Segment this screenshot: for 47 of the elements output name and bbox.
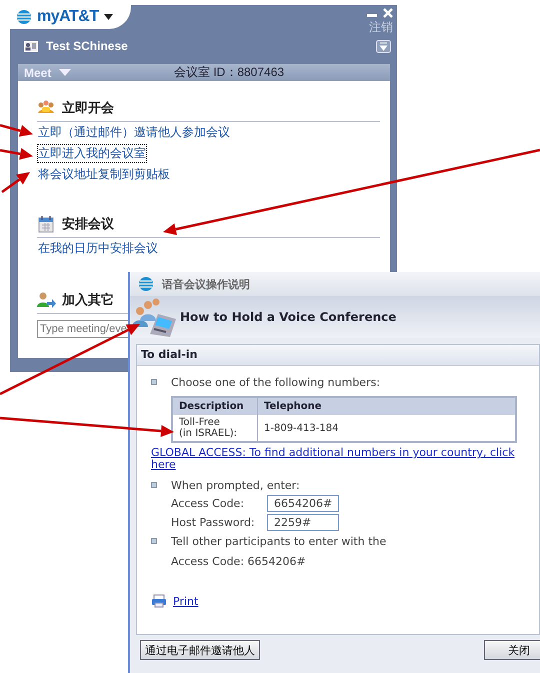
bullet-icon bbox=[151, 379, 157, 385]
section-header: To dial-in bbox=[137, 345, 539, 366]
close-icon bbox=[383, 8, 393, 18]
input-field[interactable]: 2259# bbox=[267, 514, 339, 531]
input-field[interactable]: 6654206# bbox=[267, 495, 339, 512]
printer-icon bbox=[151, 594, 167, 608]
link[interactable]: 在我的日历中安排会议 bbox=[37, 239, 159, 258]
table-cell: 1-809-413-184 bbox=[258, 415, 516, 442]
column-header: Description bbox=[172, 397, 258, 415]
link[interactable]: 立即进入我的会议室 bbox=[37, 144, 147, 163]
dialog-title: 语音会议操作说明 bbox=[162, 276, 250, 292]
collapse-icon bbox=[376, 40, 391, 52]
app-title: myAT&T bbox=[37, 8, 99, 26]
link[interactable]: 将会议地址复制到剪贴板 bbox=[37, 165, 171, 184]
globe-icon bbox=[138, 276, 154, 292]
caret-icon bbox=[104, 14, 113, 20]
contact-card-icon bbox=[24, 40, 38, 52]
step-text: Tell other participants to enter with the bbox=[171, 534, 386, 548]
user-name: Test SChinese bbox=[46, 39, 128, 53]
section-title: 安排会议 bbox=[62, 215, 114, 233]
dialog-heading: How to Hold a Voice Conference bbox=[180, 310, 396, 324]
field-label: Host Password: bbox=[171, 516, 256, 529]
step-text: Choose one of the following numbers: bbox=[171, 376, 380, 388]
globe-icon bbox=[16, 9, 32, 25]
column-header: Telephone bbox=[258, 397, 516, 415]
caret-icon bbox=[59, 69, 72, 76]
section-title: 加入其它 bbox=[62, 291, 114, 309]
arrow bbox=[1, 171, 31, 193]
print-link[interactable]: Print bbox=[173, 594, 198, 608]
link[interactable]: GLOBAL ACCESS: To find additional numbers in your country, click here bbox=[151, 447, 519, 471]
arrow bbox=[0, 146, 34, 161]
link[interactable]: 立即（通过邮件）邀请他人参加会议 bbox=[37, 123, 231, 142]
step-text: When prompted, enter: bbox=[171, 478, 300, 492]
bullet-icon bbox=[151, 538, 157, 544]
close-button[interactable]: 关闭 bbox=[484, 640, 540, 660]
people-phone-icon bbox=[130, 297, 178, 337]
bullet-icon bbox=[151, 482, 157, 488]
calendar-icon bbox=[37, 215, 56, 233]
room-id: 会议室 ID：8807463 bbox=[174, 64, 284, 81]
step-text: Access Code: 6654206# bbox=[171, 555, 307, 568]
meet-label: Meet bbox=[24, 66, 52, 80]
app-title-tab[interactable]: myAT&T bbox=[10, 5, 131, 29]
invite-button[interactable]: 通过电子邮件邀请他人 bbox=[140, 640, 260, 660]
arrow bbox=[0, 124, 34, 138]
person-arrow-icon bbox=[37, 291, 56, 309]
field-label: Access Code: bbox=[171, 497, 246, 510]
section-title: 立即开会 bbox=[62, 99, 114, 117]
